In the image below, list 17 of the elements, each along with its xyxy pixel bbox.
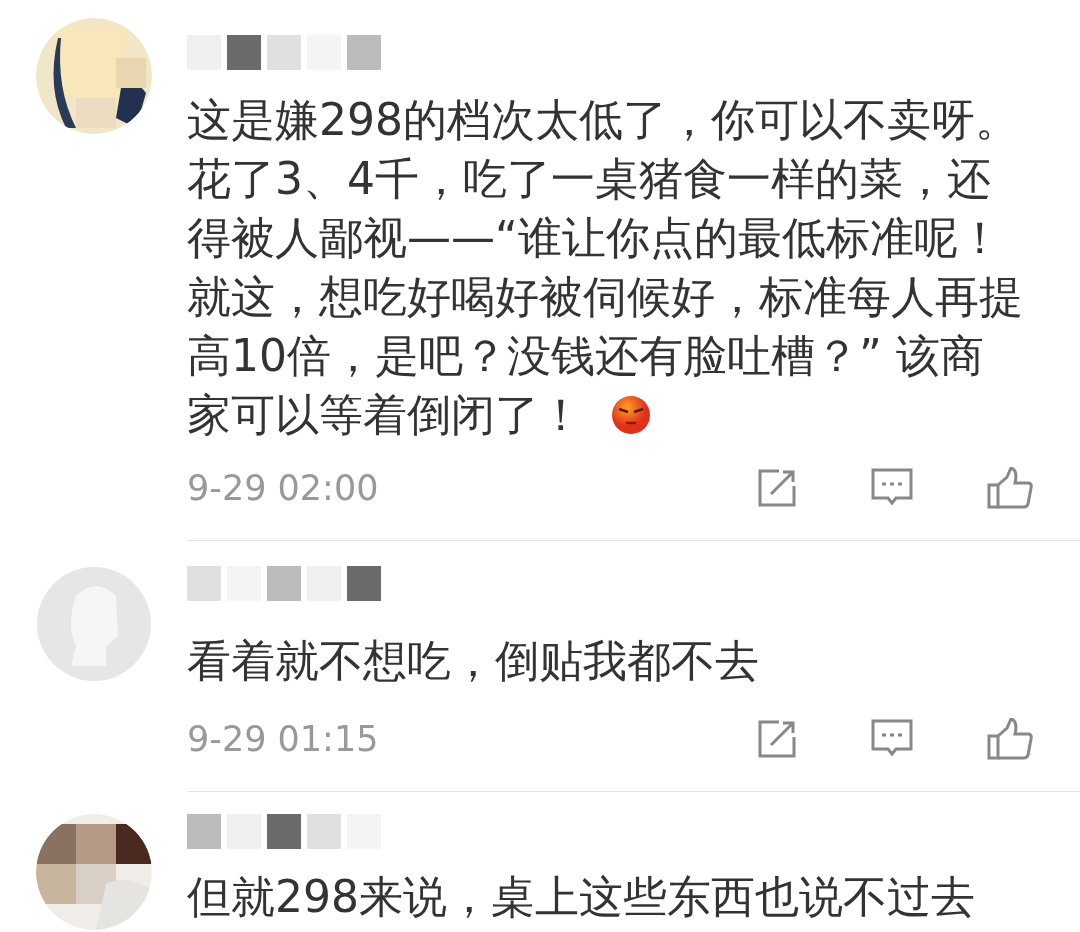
comment-icon[interactable] — [871, 719, 913, 759]
comment-text: 花了3、4千，吃了一桌猪食一样的菜，还 — [187, 152, 991, 206]
comment-text: 家可以等着倒闭了！ — [187, 388, 583, 442]
share-icon[interactable] — [757, 719, 797, 759]
comment-text: 高10倍，是吧？没钱还有脸吐槽？” 该商 — [187, 329, 984, 383]
thumbs-up-icon[interactable] — [987, 718, 1033, 760]
comment-icon[interactable] — [871, 468, 913, 508]
comment-text: 但就298来说，桌上这些东西也说不过去 — [187, 870, 975, 924]
comment-text: 就这，想吃好喝好被伺候好，标准每人再提 — [187, 270, 1023, 324]
thumbs-up-icon[interactable] — [987, 467, 1033, 509]
comment-date: 9-29 02:00 — [187, 466, 379, 510]
share-icon[interactable] — [757, 468, 797, 508]
comment-text: 得被人鄙视——“谁让你点的最低标准呢！ — [187, 211, 1002, 265]
comment-text: 看着就不想吃，倒贴我都不去 — [187, 634, 759, 688]
comment-text: 这是嫌298的档次太低了，你可以不卖呀。 — [187, 93, 1019, 147]
default-avatar-icon — [36, 566, 152, 682]
comment-date: 9-29 01:15 — [187, 717, 379, 761]
